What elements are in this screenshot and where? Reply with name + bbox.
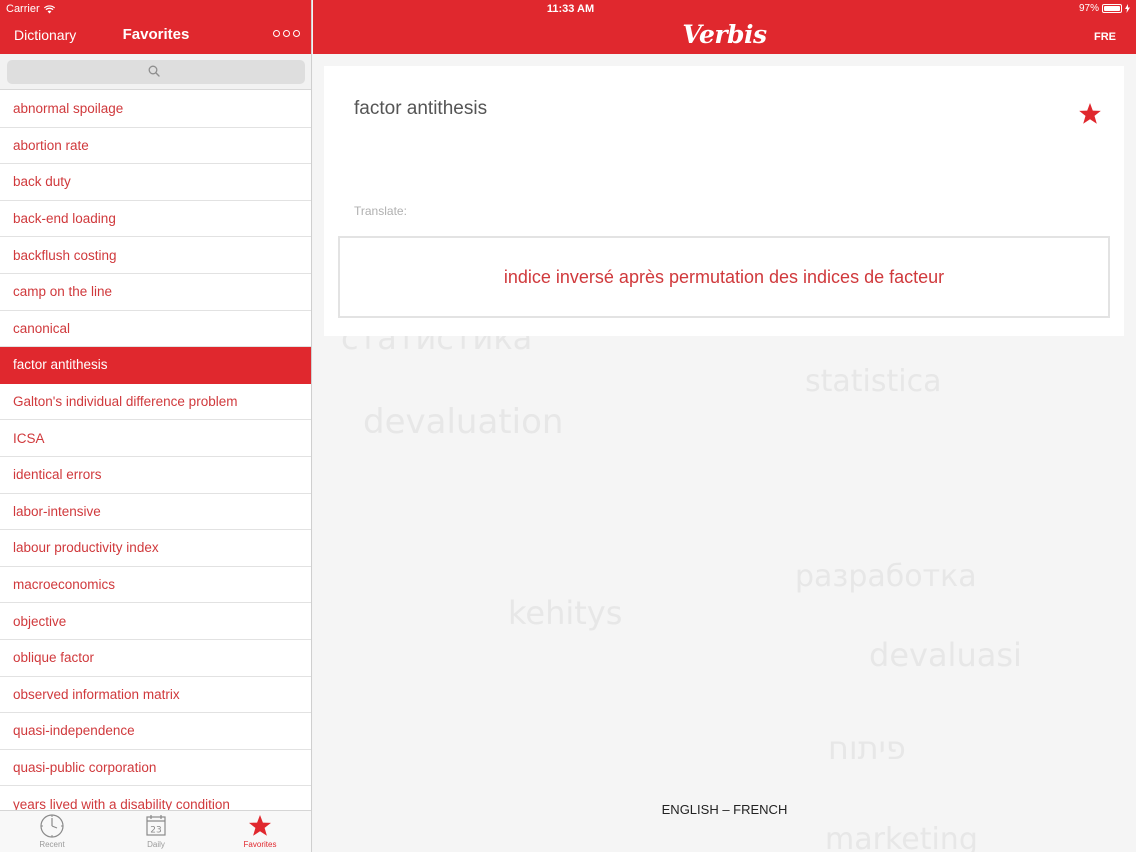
background-word: פיתוח [828,729,906,767]
tab-daily[interactable]: 23 Daily [104,811,208,852]
translate-label: Translate: [354,204,407,218]
wifi-icon [43,4,55,13]
list-item[interactable]: factor antithesis [0,347,311,384]
dictionary-button[interactable]: Dictionary [14,27,76,43]
list-item[interactable]: oblique factor [0,639,311,677]
background-word: devaluation [363,402,564,442]
tab-bar: Recent 23 Daily Favorites [0,810,311,852]
list-item[interactable]: backflush costing [0,237,311,274]
favorite-star-icon[interactable] [1078,102,1102,126]
list-item[interactable]: years lived with a disability condition [0,786,311,811]
list-item[interactable]: quasi-public corporation [0,749,311,787]
calendar-day: 23 [150,826,161,836]
search-input[interactable] [7,60,305,84]
favorites-sidebar: Carrier Dictionary Favorites abnormal sp… [0,0,312,852]
list-item[interactable]: back duty [0,164,311,201]
list-item[interactable]: Galton's individual difference problem [0,383,311,421]
tab-favorites[interactable]: Favorites [208,811,311,852]
background-word: разработка [795,559,977,594]
sidebar-header: Carrier Dictionary Favorites [0,0,311,54]
background-word: marketing [825,822,978,852]
status-time: 11:33 AM [546,3,595,15]
list-item[interactable]: back-end loading [0,200,311,238]
tab-recent-label: Recent [39,840,65,849]
status-battery: 97% [1079,3,1130,14]
tab-recent[interactable]: Recent [0,811,104,852]
calendar-icon: 23 [146,815,166,836]
source-word: factor antithesis [354,98,488,119]
language-button[interactable]: FRE [1094,31,1116,43]
background-word: kehitys [508,594,623,632]
battery-percent: 97% [1078,3,1099,14]
translation-text[interactable]: indice inversé après permutation des ind… [338,236,1110,318]
language-pair-label: ENGLISH – FRENCH [661,802,788,817]
list-item[interactable]: labor-intensive [0,493,311,531]
favorites-list: abnormal spoilage abortion rate back duty b… [0,91,311,811]
list-item[interactable]: labour productivity index [0,530,311,567]
list-item[interactable]: identical errors [0,456,311,494]
carrier-label: Carrier [6,3,40,15]
list-item[interactable]: macroeconomics [0,566,311,604]
clock-icon [40,814,64,838]
search-bar [0,54,311,90]
battery-icon [1102,4,1122,13]
list-item[interactable]: camp on the line [0,273,311,311]
list-item[interactable]: ICSA [0,420,311,457]
detail-header: 11:33 AM 97% Verbis FRE [313,0,1136,54]
list-item[interactable]: abnormal spoilage [0,91,311,128]
status-carrier: Carrier [6,3,55,15]
star-icon [249,815,271,836]
list-item[interactable]: objective [0,603,311,640]
list-item[interactable]: canonical [0,310,311,348]
detail-pane: 11:33 AM 97% Verbis FRE статистика stati… [313,0,1136,852]
translation-card: factor antithesis Translate: indice inve… [324,66,1124,336]
tab-daily-label: Daily [147,840,165,849]
background-word: statistica [805,364,942,399]
more-dots-icon[interactable] [273,30,300,37]
list-item[interactable]: abortion rate [0,127,311,165]
app-logo: Verbis [682,20,767,49]
tab-favorites-label: Favorites [243,840,277,849]
list-item[interactable]: quasi-independence [0,713,311,750]
charging-icon [1125,4,1130,13]
background-word: devaluasi [869,636,1022,674]
list-item[interactable]: observed information matrix [0,676,311,714]
